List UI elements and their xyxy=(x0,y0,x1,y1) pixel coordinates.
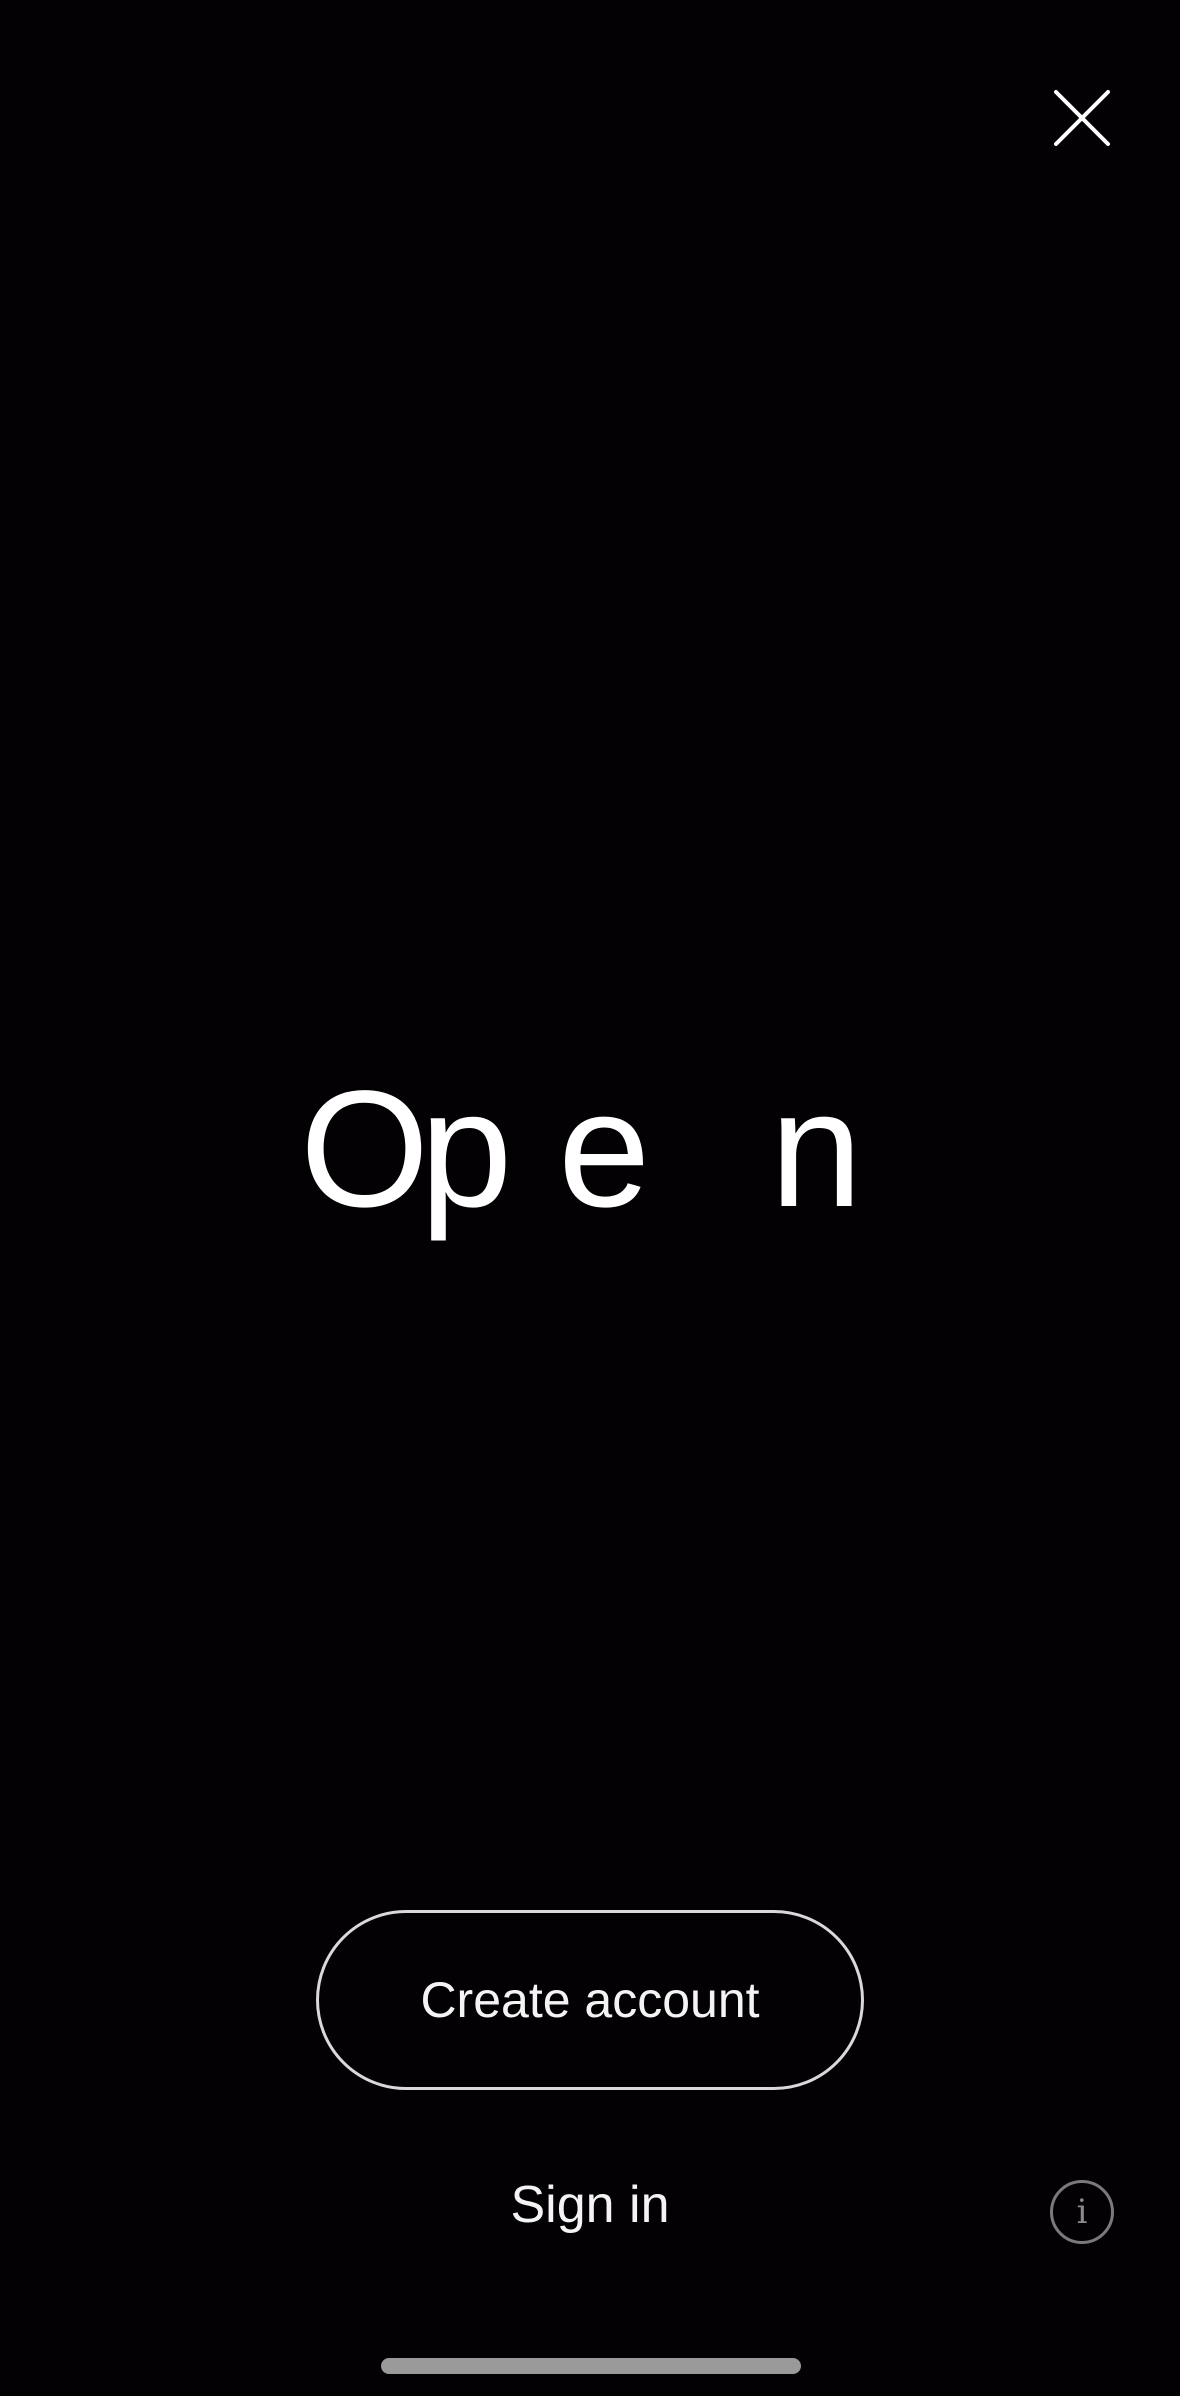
info-button[interactable]: i xyxy=(1050,2180,1114,2244)
create-account-button[interactable]: Create account xyxy=(316,1910,864,2090)
info-icon: i xyxy=(1076,2192,1088,2232)
logo-letter-e: e xyxy=(558,1057,651,1242)
sign-in-link[interactable]: Sign in xyxy=(390,2170,790,2240)
close-icon xyxy=(1054,90,1110,146)
app-logo: O p e n xyxy=(0,1060,1180,1240)
logo-letter-n: n xyxy=(770,1057,863,1242)
logo-wordmark: O p e n xyxy=(300,1060,880,1240)
logo-letter-o: O xyxy=(300,1057,430,1242)
logo-letter-p: p xyxy=(420,1057,513,1242)
home-indicator xyxy=(381,2358,801,2374)
close-button[interactable] xyxy=(1046,82,1118,154)
